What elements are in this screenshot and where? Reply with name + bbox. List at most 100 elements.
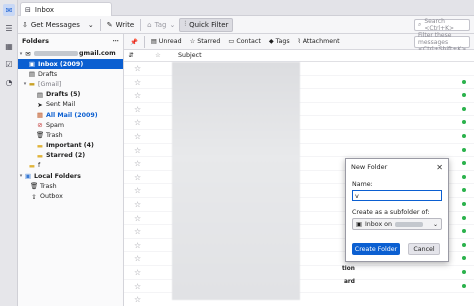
folder-local-trash[interactable]: 🗑 Trash (18, 181, 123, 191)
star-icon[interactable]: ☆ (134, 268, 141, 277)
create-folder-button[interactable]: Create Folder (352, 243, 400, 255)
star-icon[interactable]: ☆ (134, 254, 141, 263)
unread-dot-icon[interactable] (462, 201, 466, 206)
unread-dot-icon[interactable] (462, 147, 466, 152)
parent-folder-select[interactable]: ▣ Inbox on ⌄ (352, 218, 442, 230)
folder-name-input[interactable]: v (352, 190, 442, 201)
unread-dot-icon[interactable] (462, 283, 466, 288)
unread-dot-icon[interactable] (462, 215, 466, 220)
folder-label: All Mail (2009) (46, 111, 98, 119)
mail-toolbar: ⇩ Get Messages ⌄ ✎ Write ⌂ Tag ⌄ ⫶ Quick… (18, 16, 474, 34)
unread-dot-icon[interactable] (462, 188, 466, 193)
sticky-filter-button[interactable]: 📌 (126, 38, 142, 46)
star-icon[interactable]: ☆ (134, 214, 141, 223)
star-icon[interactable]: ☆ (134, 282, 141, 291)
folder-outbox[interactable]: ⇪ Outbox (18, 191, 123, 201)
starred-filter-button[interactable]: ☆ Starred (186, 38, 225, 45)
search-input[interactable]: ⌕ Search <Ctrl+K> (414, 18, 470, 32)
address-book-icon[interactable]: ☰ (3, 22, 15, 34)
folder-f[interactable]: ▬ f (18, 161, 123, 171)
star-icon[interactable]: ☆ (134, 200, 141, 209)
get-messages-button[interactable]: ⇩ Get Messages (18, 18, 84, 32)
thread-column-icon[interactable]: ⇵ (124, 52, 138, 59)
inbox-icon: ▣ (356, 220, 362, 228)
get-messages-dropdown[interactable]: ⌄ (84, 18, 98, 32)
folder-all-mail[interactable]: ▦ All Mail (2009) (18, 110, 123, 120)
folder-trash[interactable]: 🗑 Trash (18, 130, 123, 140)
tag-button[interactable]: ⌂ Tag ⌄ (143, 18, 179, 32)
folder-icon: ▬ (36, 141, 44, 150)
star-icon[interactable]: ☆ (134, 132, 141, 141)
tag-label: Tag (154, 20, 167, 29)
tags-filter-button[interactable]: ◆ Tags (265, 38, 294, 45)
attachment-filter-button[interactable]: ⌇ Attachment (294, 38, 344, 45)
folder-local-folders[interactable]: ▾ ▣ Local Folders (18, 171, 123, 181)
folder-gmail-drafts[interactable]: ▤ Drafts (5) (18, 90, 123, 100)
unread-dot-icon[interactable] (462, 174, 466, 179)
unread-dot-icon[interactable] (462, 106, 466, 111)
star-icon[interactable]: ☆ (134, 118, 141, 127)
quick-filter-bar: 📌 ▤ Unread ☆ Starred ▭ Contact ◆ Tags ⌇ … (124, 32, 474, 53)
star-icon[interactable]: ☆ (134, 186, 141, 195)
subject-column-header[interactable]: Subject (178, 52, 202, 59)
unread-dot-icon[interactable] (462, 133, 466, 138)
folder-label: Trash (40, 182, 57, 190)
folder-label: Important (4) (46, 142, 94, 150)
parent-folder-value: Inbox on (364, 220, 393, 228)
tags-label: Tags (275, 38, 290, 45)
unread-dot-icon[interactable] (462, 93, 466, 98)
star-icon[interactable]: ☆ (134, 241, 141, 250)
star-icon[interactable]: ☆ (134, 78, 141, 87)
more-options-icon[interactable]: ⋯ (113, 37, 120, 45)
account-email-redacted (34, 51, 78, 56)
star-icon[interactable]: ☆ (134, 295, 141, 304)
unread-dot-icon[interactable] (462, 269, 466, 274)
cancel-button[interactable]: Cancel (408, 243, 440, 255)
chevron-down-icon: ⌄ (169, 20, 176, 29)
contact-filter-button[interactable]: ▭ Contact (224, 38, 264, 45)
star-icon[interactable]: ☆ (134, 64, 141, 73)
star-icon[interactable]: ☆ (134, 173, 141, 182)
close-icon[interactable]: ✕ (436, 163, 443, 172)
unread-dot-icon[interactable] (462, 161, 466, 166)
tab-inbox[interactable]: ⊟ Inbox (20, 2, 112, 16)
star-column-icon[interactable]: ☆ (138, 52, 178, 59)
folder-account[interactable]: ▾ ✉ gmail.com (18, 48, 123, 59)
star-icon[interactable]: ☆ (134, 159, 141, 168)
folder-icon: ▬ (28, 80, 36, 89)
quick-filter-button[interactable]: ⫶ Quick Filter (179, 17, 234, 32)
star-icon[interactable]: ☆ (134, 105, 141, 114)
unread-dot-icon[interactable] (462, 229, 466, 234)
qf-divider (143, 35, 145, 48)
unread-dot-icon[interactable] (462, 242, 466, 247)
unread-dot-icon[interactable] (462, 79, 466, 84)
folder-inbox[interactable]: ▣ Inbox (2009) (18, 59, 123, 70)
folder-starred[interactable]: ▬ Starred (2) (18, 151, 123, 161)
calendar-icon[interactable]: ▦ (3, 40, 15, 52)
folder-drafts[interactable]: ▤ Drafts (18, 69, 123, 79)
trash-icon: 🗑 (36, 131, 45, 140)
unread-dot-icon[interactable] (462, 256, 466, 261)
subject-fragment: ard (344, 279, 355, 285)
unread-filter-button[interactable]: ▤ Unread (147, 38, 186, 45)
chat-icon[interactable]: ◔ (3, 76, 15, 88)
chevron-down-icon: ⌄ (432, 220, 438, 228)
new-folder-dialog: New Folder ✕ Name: v Create as a subfold… (345, 158, 449, 262)
unread-dot-icon[interactable] (462, 120, 466, 125)
folder-spam[interactable]: ⊘ Spam (18, 120, 123, 130)
folder-important[interactable]: ▬ Important (4) (18, 141, 123, 151)
subject-fragment: tion (342, 266, 355, 272)
star-icon[interactable]: ☆ (134, 91, 141, 100)
folder-label: Drafts (5) (46, 91, 81, 99)
star-icon[interactable]: ☆ (134, 146, 141, 155)
filter-messages-input[interactable]: Filter these messages <Ctrl+Shift+K> (414, 32, 470, 53)
folder-sent-mail[interactable]: ➤ Sent Mail (18, 100, 123, 110)
folder-label: [Gmail] (38, 80, 62, 88)
mail-space-icon[interactable]: ✉ (3, 4, 15, 16)
account-icon: ✉ (25, 49, 31, 58)
star-icon[interactable]: ☆ (134, 227, 141, 236)
folder-gmail[interactable]: ▾ ▬ [Gmail] (18, 79, 123, 89)
write-button[interactable]: ✎ Write (103, 18, 138, 32)
tasks-icon[interactable]: ☑ (3, 58, 15, 70)
attachment-label: Attachment (302, 38, 340, 45)
